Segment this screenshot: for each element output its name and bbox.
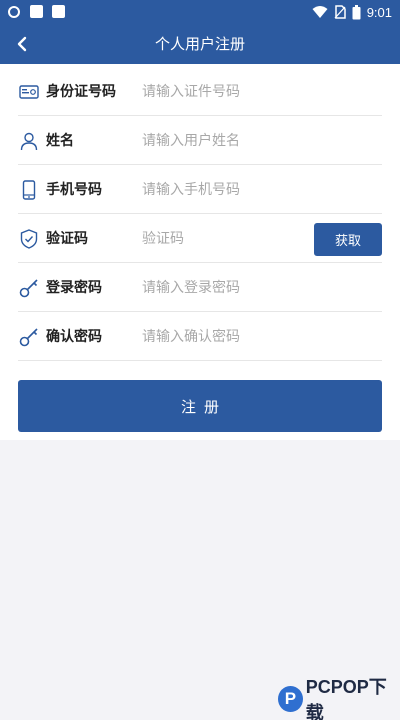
page-title: 个人用户注册 [154,35,245,53]
registration-form: 身份证号码 姓名 手机号码 验证码 获取 登录密码 确认密码 [0,64,400,440]
pcpop-logo-icon: P [278,686,303,712]
phone-label: 手机号码 [46,182,102,198]
shield-check-icon [18,227,40,251]
id-card-icon [18,80,40,104]
phone-input[interactable] [142,178,312,202]
phone-icon [18,178,40,202]
no-sim-icon [334,5,346,19]
confirm-password-label: 确认密码 [46,329,102,345]
wifi-icon [312,6,328,18]
get-code-button[interactable]: 获取 [314,223,382,256]
confirm-password-input[interactable] [142,325,312,349]
name-input[interactable] [142,129,312,153]
key-icon [18,325,40,349]
watermark-text: PCPOP下载 [305,677,387,720]
name-row: 姓名 [18,117,382,165]
watermark: P PCPOP下载 [278,677,400,720]
circle-icon [8,6,20,18]
person-icon [18,129,40,153]
status-time: 9:01 [366,4,392,20]
app-square-icon [52,5,65,18]
confirm-password-row: 确认密码 [18,313,382,361]
login-password-label: 登录密码 [46,280,102,296]
id-number-input[interactable] [142,80,312,104]
battery-icon [352,4,361,19]
login-password-row: 登录密码 [18,264,382,312]
register-button[interactable]: 注册 [18,380,382,432]
verification-code-label: 验证码 [46,231,88,247]
status-bar: 9:01 [0,0,400,24]
app-square-icon [30,5,43,18]
verification-code-input[interactable] [142,227,292,251]
key-icon [18,276,40,300]
login-password-input[interactable] [142,276,312,300]
header-bar: 个人用户注册 [0,24,400,64]
verification-code-row: 验证码 获取 [18,215,382,263]
id-number-row: 身份证号码 [18,68,382,116]
name-label: 姓名 [46,133,74,149]
id-number-label: 身份证号码 [46,84,116,100]
system-icons: 9:01 [312,4,392,20]
phone-row: 手机号码 [18,166,382,214]
